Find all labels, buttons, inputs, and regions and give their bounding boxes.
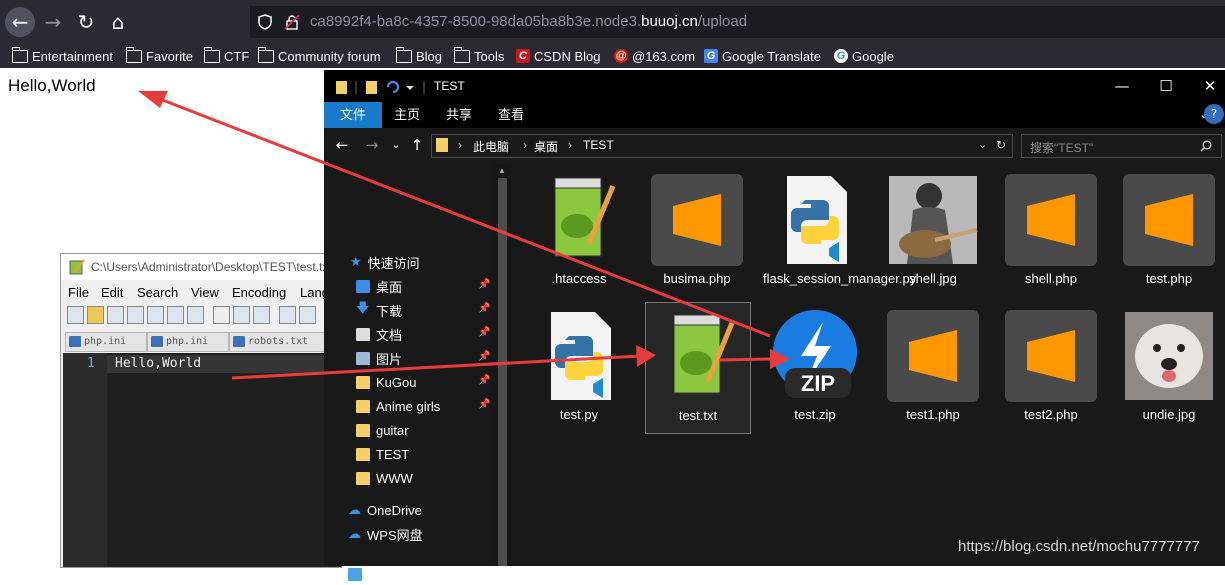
computer-icon bbox=[348, 567, 362, 581]
watermark-text: https://blog.csdn.net/mochu7777777 bbox=[958, 538, 1200, 555]
annotation-arrow bbox=[719, 349, 790, 369]
nav-this-pc[interactable]: 此电脑 bbox=[348, 563, 407, 585]
annotation-arrow bbox=[231, 345, 656, 380]
annotation-arrows bbox=[138, 91, 790, 380]
annotation-arrow bbox=[138, 91, 771, 338]
nav-label: 此电脑 bbox=[368, 567, 408, 583]
